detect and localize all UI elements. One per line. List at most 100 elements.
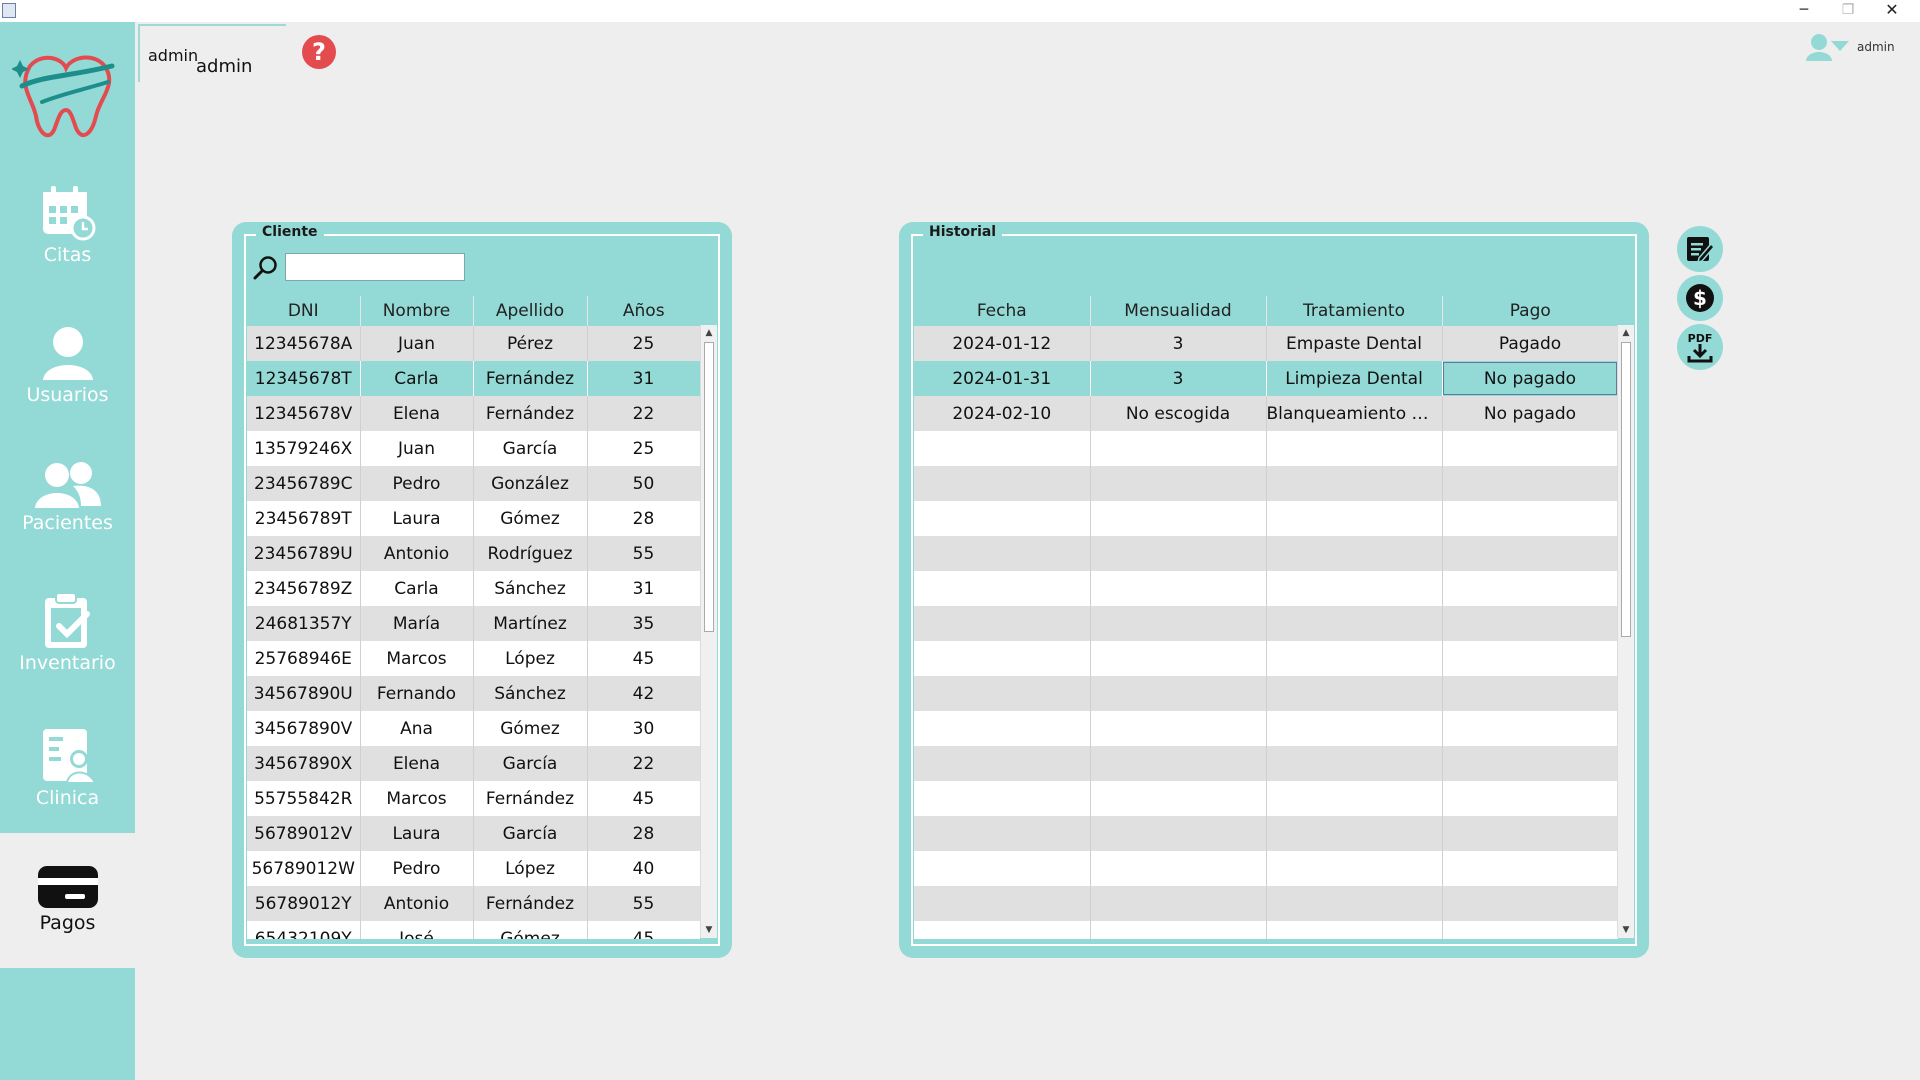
empty-table-row[interactable]: [914, 536, 1618, 571]
empty-table-row[interactable]: [914, 921, 1618, 939]
empty-table-row[interactable]: [914, 816, 1618, 851]
empty-table-row[interactable]: [914, 711, 1618, 746]
column-header[interactable]: Apellido: [473, 296, 588, 326]
table-cell[interactable]: 22: [587, 396, 700, 431]
table-cell[interactable]: Gómez: [473, 501, 588, 536]
table-cell[interactable]: [1090, 921, 1267, 939]
table-cell[interactable]: Rodríguez: [473, 536, 588, 571]
table-cell[interactable]: [914, 536, 1091, 571]
empty-table-row[interactable]: [914, 431, 1618, 466]
table-cell[interactable]: Carla: [360, 361, 474, 396]
table-cell[interactable]: [1266, 536, 1443, 571]
table-cell[interactable]: [1442, 536, 1618, 571]
table-cell[interactable]: [1266, 711, 1443, 746]
table-cell[interactable]: 13579246X: [247, 431, 361, 466]
table-cell[interactable]: [1266, 431, 1443, 466]
table-cell[interactable]: [1266, 781, 1443, 816]
table-cell[interactable]: [1442, 501, 1618, 536]
table-cell[interactable]: [1090, 816, 1267, 851]
table-row[interactable]: 2024-01-12 3 Empaste Dental Pagado: [914, 326, 1618, 361]
table-cell[interactable]: Juan: [360, 326, 474, 361]
empty-table-row[interactable]: [914, 781, 1618, 816]
table-cell[interactable]: 12345678A: [247, 326, 361, 361]
table-cell[interactable]: 2024-02-10: [914, 396, 1091, 431]
table-cell[interactable]: Marcos: [360, 641, 474, 676]
table-cell[interactable]: López: [473, 641, 588, 676]
table-cell[interactable]: [1090, 536, 1267, 571]
sidebar-item-clinica[interactable]: Clinica: [0, 725, 135, 809]
table-cell[interactable]: [914, 641, 1091, 676]
table-cell[interactable]: [1442, 886, 1618, 921]
table-cell[interactable]: [1090, 571, 1267, 606]
table-cell[interactable]: Limpieza Dental: [1266, 361, 1443, 396]
close-button[interactable]: ✕: [1870, 0, 1914, 22]
table-cell[interactable]: [1090, 746, 1267, 781]
table-cell[interactable]: Pérez: [473, 326, 588, 361]
table-cell[interactable]: [1442, 606, 1618, 641]
table-row[interactable]: 34567890U Fernando Sánchez 42: [247, 676, 700, 711]
minimize-button[interactable]: ─: [1782, 0, 1826, 22]
table-cell[interactable]: García: [473, 431, 588, 466]
table-cell[interactable]: [1266, 606, 1443, 641]
help-icon[interactable]: ?: [302, 35, 336, 69]
table-cell[interactable]: 34567890X: [247, 746, 361, 781]
table-cell[interactable]: [1090, 431, 1267, 466]
table-cell[interactable]: [1266, 746, 1443, 781]
table-row[interactable]: 34567890V Ana Gómez 30: [247, 711, 700, 746]
table-cell[interactable]: 28: [587, 501, 700, 536]
scroll-up-arrow-icon[interactable]: ▲: [701, 325, 717, 341]
table-row[interactable]: 65432109Y José Gómez 45: [247, 921, 700, 939]
table-cell[interactable]: Elena: [360, 746, 474, 781]
table-row[interactable]: 2024-01-31 3 Limpieza Dental No pagado: [914, 361, 1618, 396]
sidebar-item-usuarios[interactable]: Usuarios: [0, 324, 135, 406]
table-cell[interactable]: 31: [587, 361, 700, 396]
table-cell[interactable]: [1442, 676, 1618, 711]
table-cell[interactable]: Gómez: [473, 711, 588, 746]
table-cell[interactable]: 25768946E: [247, 641, 361, 676]
table-cell[interactable]: 40: [587, 851, 700, 886]
empty-table-row[interactable]: [914, 676, 1618, 711]
table-cell[interactable]: [1266, 501, 1443, 536]
column-header[interactable]: DNI: [247, 296, 361, 326]
table-cell[interactable]: García: [473, 746, 588, 781]
table-cell[interactable]: 50: [587, 466, 700, 501]
table-row[interactable]: 23456789C Pedro González 50: [247, 466, 700, 501]
table-cell[interactable]: 2024-01-31: [914, 361, 1091, 396]
table-cell[interactable]: 2024-01-12: [914, 326, 1091, 361]
edit-note-button[interactable]: [1677, 226, 1723, 272]
table-row[interactable]: 56789012V Laura García 28: [247, 816, 700, 851]
table-cell[interactable]: 3: [1090, 361, 1267, 396]
table-row[interactable]: 12345678V Elena Fernández 22: [247, 396, 700, 431]
table-cell[interactable]: [1266, 466, 1443, 501]
table-cell[interactable]: 31: [587, 571, 700, 606]
table-cell[interactable]: Gómez: [473, 921, 588, 939]
table-cell[interactable]: Sánchez: [473, 676, 588, 711]
table-cell[interactable]: José: [360, 921, 474, 939]
table-cell[interactable]: 34567890V: [247, 711, 361, 746]
table-cell[interactable]: [1266, 641, 1443, 676]
table-cell[interactable]: [914, 781, 1091, 816]
table-cell[interactable]: [914, 886, 1091, 921]
table-cell[interactable]: [1442, 781, 1618, 816]
historial-scrollbar[interactable]: ▲ ▼: [1617, 325, 1634, 938]
table-cell[interactable]: [1442, 851, 1618, 886]
table-cell[interactable]: 23456789Z: [247, 571, 361, 606]
table-cell[interactable]: Fernández: [473, 781, 588, 816]
cliente-search-input[interactable]: [285, 253, 465, 281]
table-cell[interactable]: Fernández: [473, 396, 588, 431]
table-cell[interactable]: 45: [587, 781, 700, 816]
table-cell[interactable]: 56789012V: [247, 816, 361, 851]
table-row[interactable]: 13579246X Juan García 25: [247, 431, 700, 466]
table-cell[interactable]: [1090, 851, 1267, 886]
table-cell[interactable]: Juan: [360, 431, 474, 466]
table-cell[interactable]: [1442, 921, 1618, 939]
scroll-down-arrow-icon[interactable]: ▼: [701, 922, 717, 938]
table-cell[interactable]: Sánchez: [473, 571, 588, 606]
table-cell[interactable]: Pagado: [1442, 326, 1618, 361]
table-cell[interactable]: 30: [587, 711, 700, 746]
sidebar-item-pagos[interactable]: Pagos: [0, 864, 135, 934]
table-cell[interactable]: 23456789T: [247, 501, 361, 536]
table-cell[interactable]: González: [473, 466, 588, 501]
table-cell[interactable]: Ana: [360, 711, 474, 746]
payment-button[interactable]: $: [1677, 275, 1723, 321]
